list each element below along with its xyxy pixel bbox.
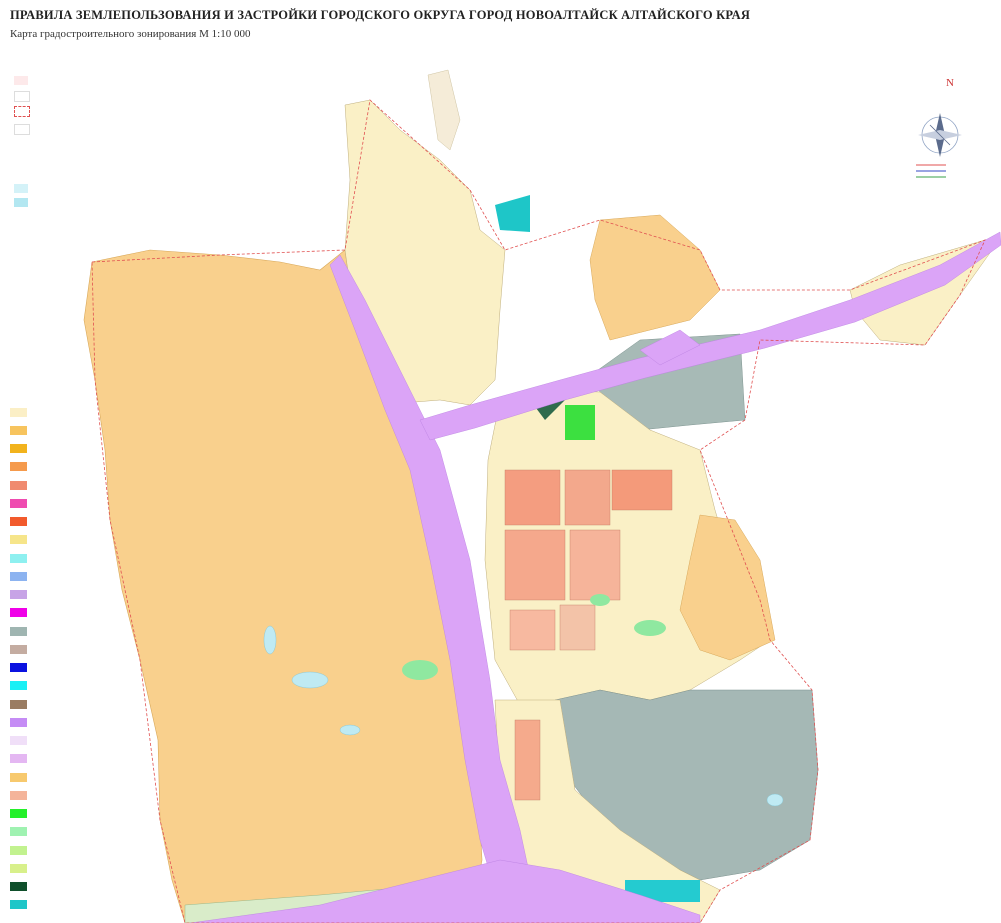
legend-zone-swatch [10,462,27,472]
legend-zone-swatch [10,626,27,636]
legend-zone-swatch [10,608,27,618]
legend-zone-swatch [10,553,27,563]
legend-zone-swatch [10,663,27,672]
legend-zone-swatch [10,407,27,417]
legend-zone-item [10,827,33,837]
legend-zone-item [10,681,33,691]
legend-zone-swatch [10,699,27,709]
legend-zone-swatch [10,809,27,818]
legend-zone-swatch [10,444,27,453]
legend-zone-item [10,772,33,782]
legend-zone-item [10,699,33,709]
legend-zone-swatch [10,900,27,910]
legend-zone-swatch [10,845,27,855]
legend-zone-item [10,480,33,490]
zoning-map[interactable]: N [0,0,1001,923]
legend-zone-item [10,754,33,764]
legend-zone-swatch [10,571,27,581]
compass-north-label: N [946,77,954,89]
legend-water-swatch-1 [14,184,28,193]
legend-zone-item [10,444,33,454]
legend-zone-swatch [10,480,27,490]
legend-zone-swatch [10,425,27,435]
legend-zone-item [10,882,33,892]
legend-zone-item [10,571,33,581]
legend-zone-swatch [10,517,27,526]
legend-zone-item [10,553,33,563]
legend-zone-item [10,900,33,910]
legend-zone-swatch [10,882,27,891]
legend-zone-swatch [10,863,27,873]
zone-ne-sand [589,214,721,341]
legend-zone-item [10,590,33,600]
legend-zone-swatch [10,681,27,691]
legend-zone-swatch [10,827,27,837]
legend-zone-item [10,736,33,746]
legend-zone-swatch [10,717,27,727]
legend-zone-item [10,863,33,873]
legend-zone-swatch [10,790,27,800]
legend-zone-swatch [10,736,27,745]
legend-top-swatch-1 [14,76,28,85]
legend-zone-item [10,663,33,673]
legend-zone-swatch [10,590,27,599]
legend-zone-item [10,425,33,435]
zone-north-strip [427,69,461,151]
legend-zone-item [10,626,33,636]
legend-zone-swatch [10,535,27,545]
legend-zone-item [10,790,33,800]
legend-zone-item [10,462,33,472]
legend-zone-swatch [10,644,27,654]
legend-zone-item [10,644,33,654]
legend-zone-item [10,809,33,819]
legend-zone-item [10,517,33,527]
legend-top-swatch-4 [14,124,30,135]
legend-water-swatch-2 [14,198,28,207]
legend-zone-item [10,498,33,508]
legend-zone-item [10,535,33,545]
legend-zone-item [10,717,33,727]
legend-zone-item [10,608,33,618]
legend-top-swatch-3 [14,106,30,117]
legend-zone-swatch [10,754,27,764]
legend-zone-item [10,407,33,417]
compass-rose [918,113,962,157]
legend-zone-swatch [10,772,27,782]
legend-zone-swatch [10,498,27,508]
legend-zone-item [10,845,33,855]
legend-top-swatch-2 [14,91,30,102]
line-legend [916,164,946,178]
zone-ne-industrial-small [495,195,530,232]
